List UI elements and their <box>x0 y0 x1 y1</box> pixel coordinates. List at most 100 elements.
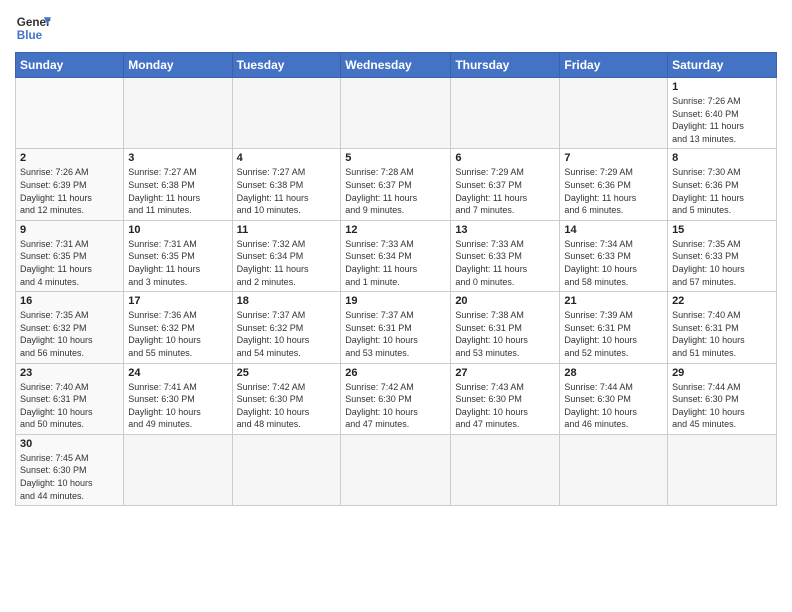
calendar-cell: 12 Sunrise: 7:33 AM Sunset: 6:34 PM Dayli… <box>341 220 451 291</box>
day-info: Sunrise: 7:27 AM Sunset: 6:38 PM Dayligh… <box>128 166 227 216</box>
calendar-cell <box>451 434 560 505</box>
day-number: 5 <box>345 152 446 164</box>
day-number: 20 <box>455 295 555 307</box>
day-info: Sunrise: 7:35 AM Sunset: 6:32 PM Dayligh… <box>20 309 119 359</box>
day-info: Sunrise: 7:31 AM Sunset: 6:35 PM Dayligh… <box>20 238 119 288</box>
day-info: Sunrise: 7:42 AM Sunset: 6:30 PM Dayligh… <box>237 381 337 431</box>
calendar-cell: 23 Sunrise: 7:40 AM Sunset: 6:31 PM Dayli… <box>16 363 124 434</box>
weekday-header-monday: Monday <box>124 53 232 78</box>
day-number: 24 <box>128 367 227 379</box>
calendar-row-2: 2 Sunrise: 7:26 AM Sunset: 6:39 PM Daylig… <box>16 149 777 220</box>
day-info: Sunrise: 7:35 AM Sunset: 6:33 PM Dayligh… <box>672 238 772 288</box>
day-info: Sunrise: 7:44 AM Sunset: 6:30 PM Dayligh… <box>564 381 663 431</box>
header: General Blue <box>15 10 777 46</box>
weekday-header-sunday: Sunday <box>16 53 124 78</box>
calendar-cell <box>560 434 668 505</box>
calendar-cell: 5 Sunrise: 7:28 AM Sunset: 6:37 PM Daylig… <box>341 149 451 220</box>
day-number: 17 <box>128 295 227 307</box>
svg-text:Blue: Blue <box>17 29 43 42</box>
day-number: 3 <box>128 152 227 164</box>
day-number: 12 <box>345 224 446 236</box>
day-number: 21 <box>564 295 663 307</box>
day-number: 9 <box>20 224 119 236</box>
weekday-header-row: SundayMondayTuesdayWednesdayThursdayFrid… <box>16 53 777 78</box>
day-info: Sunrise: 7:41 AM Sunset: 6:30 PM Dayligh… <box>128 381 227 431</box>
day-info: Sunrise: 7:38 AM Sunset: 6:31 PM Dayligh… <box>455 309 555 359</box>
day-number: 26 <box>345 367 446 379</box>
weekday-header-tuesday: Tuesday <box>232 53 341 78</box>
calendar-cell: 29 Sunrise: 7:44 AM Sunset: 6:30 PM Dayli… <box>668 363 777 434</box>
calendar-cell: 22 Sunrise: 7:40 AM Sunset: 6:31 PM Dayli… <box>668 292 777 363</box>
calendar-row-6: 30 Sunrise: 7:45 AM Sunset: 6:30 PM Dayli… <box>16 434 777 505</box>
day-info: Sunrise: 7:30 AM Sunset: 6:36 PM Dayligh… <box>672 166 772 216</box>
calendar-cell: 4Sunrise: 7:27 AM Sunset: 6:38 PM Daylig… <box>232 149 341 220</box>
calendar-cell: 19 Sunrise: 7:37 AM Sunset: 6:31 PM Dayli… <box>341 292 451 363</box>
day-number: 14 <box>564 224 663 236</box>
calendar-cell: 15 Sunrise: 7:35 AM Sunset: 6:33 PM Dayli… <box>668 220 777 291</box>
calendar-row-5: 23 Sunrise: 7:40 AM Sunset: 6:31 PM Dayli… <box>16 363 777 434</box>
day-number: 11 <box>237 224 337 236</box>
calendar-cell: 20 Sunrise: 7:38 AM Sunset: 6:31 PM Dayli… <box>451 292 560 363</box>
day-number: 2 <box>20 152 119 164</box>
logo: General Blue <box>15 10 51 46</box>
day-info: Sunrise: 7:29 AM Sunset: 6:36 PM Dayligh… <box>564 166 663 216</box>
day-number: 16 <box>20 295 119 307</box>
calendar-cell <box>341 78 451 149</box>
page: General Blue SundayMondayTuesdayWednesda… <box>0 0 792 521</box>
day-number: 30 <box>20 438 119 450</box>
calendar-cell: 10Sunrise: 7:31 AM Sunset: 6:35 PM Dayli… <box>124 220 232 291</box>
weekday-header-friday: Friday <box>560 53 668 78</box>
day-number: 29 <box>672 367 772 379</box>
calendar-cell: 13Sunrise: 7:33 AM Sunset: 6:33 PM Dayli… <box>451 220 560 291</box>
day-number: 22 <box>672 295 772 307</box>
calendar-row-3: 9 Sunrise: 7:31 AM Sunset: 6:35 PM Daylig… <box>16 220 777 291</box>
calendar-cell: 26 Sunrise: 7:42 AM Sunset: 6:30 PM Dayli… <box>341 363 451 434</box>
day-info: Sunrise: 7:32 AM Sunset: 6:34 PM Dayligh… <box>237 238 337 288</box>
calendar-table: SundayMondayTuesdayWednesdayThursdayFrid… <box>15 52 777 506</box>
calendar-cell <box>668 434 777 505</box>
day-info: Sunrise: 7:40 AM Sunset: 6:31 PM Dayligh… <box>672 309 772 359</box>
calendar-cell <box>341 434 451 505</box>
calendar-cell: 25Sunrise: 7:42 AM Sunset: 6:30 PM Dayli… <box>232 363 341 434</box>
day-info: Sunrise: 7:28 AM Sunset: 6:37 PM Dayligh… <box>345 166 446 216</box>
generalblue-logo-icon: General Blue <box>15 10 51 46</box>
calendar-cell: 9 Sunrise: 7:31 AM Sunset: 6:35 PM Daylig… <box>16 220 124 291</box>
calendar-cell: 21 Sunrise: 7:39 AM Sunset: 6:31 PM Dayli… <box>560 292 668 363</box>
weekday-header-wednesday: Wednesday <box>341 53 451 78</box>
calendar-cell: 2 Sunrise: 7:26 AM Sunset: 6:39 PM Daylig… <box>16 149 124 220</box>
day-info: Sunrise: 7:43 AM Sunset: 6:30 PM Dayligh… <box>455 381 555 431</box>
day-info: Sunrise: 7:33 AM Sunset: 6:34 PM Dayligh… <box>345 238 446 288</box>
day-number: 6 <box>455 152 555 164</box>
day-info: Sunrise: 7:42 AM Sunset: 6:30 PM Dayligh… <box>345 381 446 431</box>
calendar-cell <box>232 434 341 505</box>
calendar-cell <box>451 78 560 149</box>
calendar-cell: 17 Sunrise: 7:36 AM Sunset: 6:32 PM Dayli… <box>124 292 232 363</box>
calendar-cell: 6Sunrise: 7:29 AM Sunset: 6:37 PM Daylig… <box>451 149 560 220</box>
day-number: 8 <box>672 152 772 164</box>
day-number: 1 <box>672 81 772 93</box>
day-info: Sunrise: 7:39 AM Sunset: 6:31 PM Dayligh… <box>564 309 663 359</box>
calendar-cell: 18Sunrise: 7:37 AM Sunset: 6:32 PM Dayli… <box>232 292 341 363</box>
day-info: Sunrise: 7:26 AM Sunset: 6:39 PM Dayligh… <box>20 166 119 216</box>
day-info: Sunrise: 7:36 AM Sunset: 6:32 PM Dayligh… <box>128 309 227 359</box>
day-info: Sunrise: 7:45 AM Sunset: 6:30 PM Dayligh… <box>20 452 119 502</box>
day-info: Sunrise: 7:40 AM Sunset: 6:31 PM Dayligh… <box>20 381 119 431</box>
day-number: 28 <box>564 367 663 379</box>
day-info: Sunrise: 7:26 AM Sunset: 6:40 PM Dayligh… <box>672 95 772 145</box>
day-number: 4 <box>237 152 337 164</box>
calendar-cell: 3 Sunrise: 7:27 AM Sunset: 6:38 PM Daylig… <box>124 149 232 220</box>
calendar-cell: 28 Sunrise: 7:44 AM Sunset: 6:30 PM Dayli… <box>560 363 668 434</box>
day-number: 19 <box>345 295 446 307</box>
day-number: 23 <box>20 367 119 379</box>
day-number: 18 <box>237 295 337 307</box>
calendar-cell: 24 Sunrise: 7:41 AM Sunset: 6:30 PM Dayli… <box>124 363 232 434</box>
weekday-header-thursday: Thursday <box>451 53 560 78</box>
day-number: 15 <box>672 224 772 236</box>
day-info: Sunrise: 7:37 AM Sunset: 6:31 PM Dayligh… <box>345 309 446 359</box>
calendar-cell <box>560 78 668 149</box>
calendar-cell: 1 Sunrise: 7:26 AM Sunset: 6:40 PM Daylig… <box>668 78 777 149</box>
calendar-cell: 14 Sunrise: 7:34 AM Sunset: 6:33 PM Dayli… <box>560 220 668 291</box>
day-info: Sunrise: 7:44 AM Sunset: 6:30 PM Dayligh… <box>672 381 772 431</box>
day-number: 13 <box>455 224 555 236</box>
day-info: Sunrise: 7:34 AM Sunset: 6:33 PM Dayligh… <box>564 238 663 288</box>
